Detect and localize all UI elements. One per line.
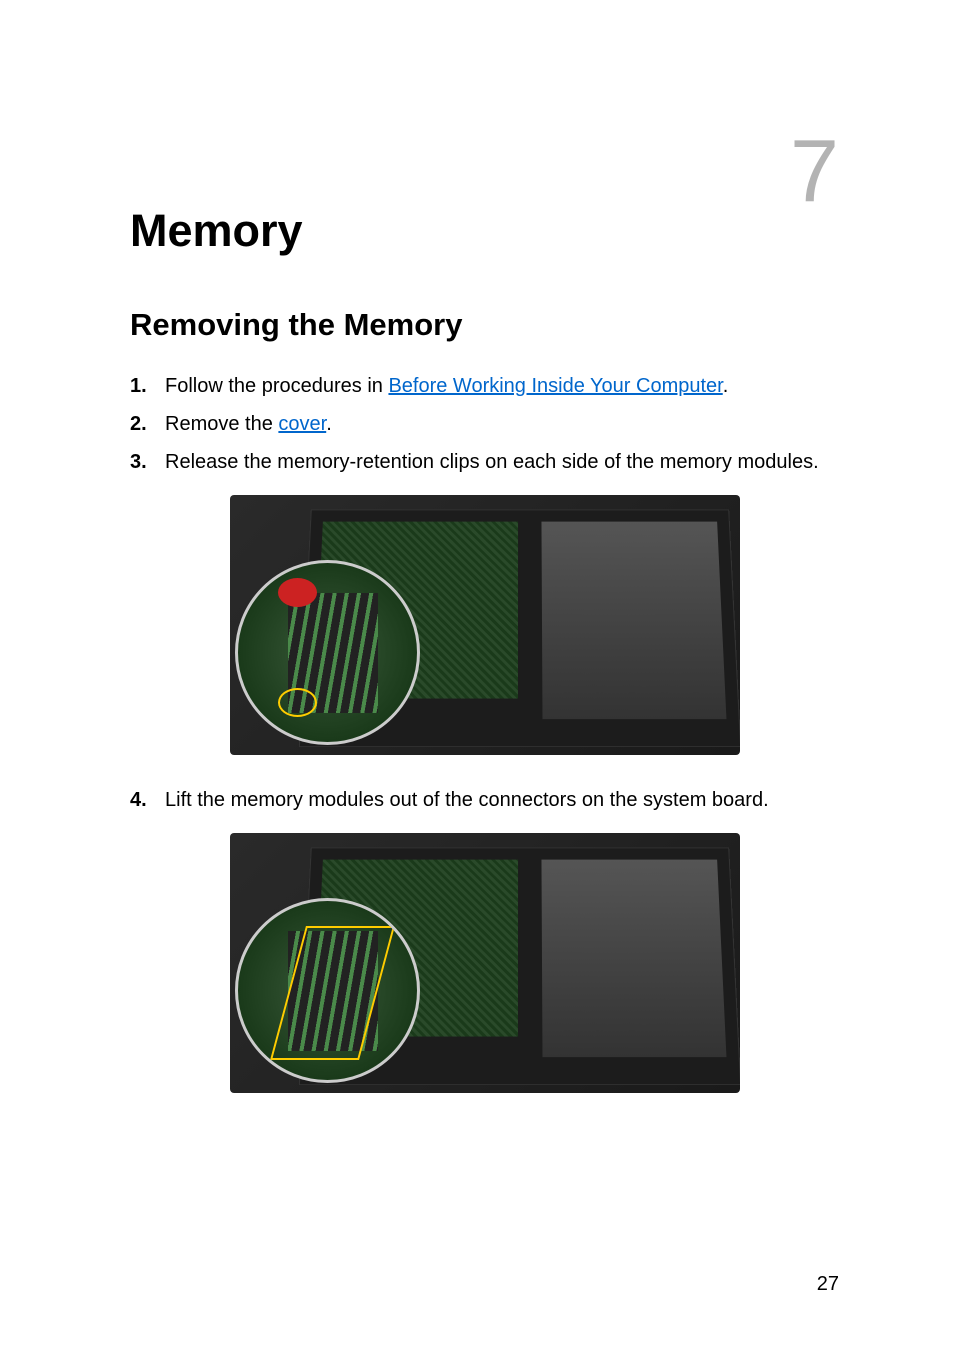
zoom-callout-icon bbox=[235, 560, 420, 745]
step-text: Follow the procedures in Before Working … bbox=[165, 371, 839, 401]
procedure-steps: 1. Follow the procedures in Before Worki… bbox=[130, 371, 839, 477]
step-text-after: . bbox=[723, 375, 729, 397]
section-heading: Removing the Memory bbox=[130, 307, 839, 343]
step-4: 4. Lift the memory modules out of the co… bbox=[130, 785, 839, 815]
page-number: 27 bbox=[817, 1273, 839, 1296]
step-number: 2. bbox=[130, 409, 165, 439]
step-text-before: Remove the bbox=[165, 413, 278, 435]
step-text-after: . bbox=[326, 413, 332, 435]
step-1: 1. Follow the procedures in Before Worki… bbox=[130, 371, 839, 401]
step-number: 1. bbox=[130, 371, 165, 401]
chapter-number: 7 bbox=[790, 120, 839, 222]
step-number: 3. bbox=[130, 447, 165, 477]
procedure-steps-continued: 4. Lift the memory modules out of the co… bbox=[130, 785, 839, 815]
step-3: 3. Release the memory-retention clips on… bbox=[130, 447, 839, 477]
page-title: Memory bbox=[130, 205, 839, 257]
link-before-working[interactable]: Before Working Inside Your Computer bbox=[388, 375, 722, 397]
link-cover[interactable]: cover bbox=[278, 413, 326, 435]
step-text: Release the memory-retention clips on ea… bbox=[165, 447, 839, 477]
zoom-callout-icon bbox=[235, 898, 420, 1083]
step-text-before: Follow the procedures in bbox=[165, 375, 388, 397]
step-text: Lift the memory modules out of the conne… bbox=[165, 785, 839, 815]
figure-memory-lift bbox=[230, 833, 740, 1093]
step-2: 2. Remove the cover. bbox=[130, 409, 839, 439]
step-text: Remove the cover. bbox=[165, 409, 839, 439]
figure-memory-clips bbox=[230, 495, 740, 755]
step-number: 4. bbox=[130, 785, 165, 815]
